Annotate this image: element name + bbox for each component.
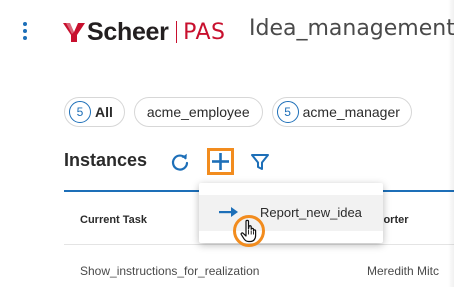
chip-count: 5 [69,101,91,123]
logo: Scheer PAS [62,16,225,48]
top-bar: Scheer PAS Idea_management [0,0,454,68]
menu-item-label: Report_new_idea [260,205,362,220]
table-cell-supporter[interactable]: Meredith Mitc [367,264,439,278]
refresh-icon[interactable] [170,152,190,172]
chip-label: All [95,104,113,120]
filter-chip-all[interactable]: 5 All [64,97,125,127]
table-cell-task[interactable]: Show_instructions_for_realization [80,264,259,278]
filter-chips: 5 All acme_employee 5 acme_manager [64,97,412,127]
filter-chip-acme-employee[interactable]: acme_employee [133,97,263,127]
chip-label: acme_employee [146,104,250,120]
column-header-current-task[interactable]: Current Task [80,214,147,226]
add-dropdown-menu: Report_new_idea [199,183,383,243]
logo-text: Scheer [87,17,169,46]
instances-title: Instances [64,150,148,170]
add-icon [212,153,229,170]
hand-pointer-icon [233,215,265,247]
menu-item-report-new-idea[interactable]: Report_new_idea [199,195,383,231]
logo-separator [175,21,178,43]
app-title: Idea_management [249,16,454,41]
logo-product: PAS [183,19,226,45]
filter-icon[interactable] [250,152,270,172]
scheer-logo-icon [63,23,85,42]
chip-label: acme_manager [302,104,400,120]
add-button[interactable] [207,148,234,175]
kebab-menu-icon[interactable] [20,22,30,44]
chip-count: 5 [276,101,299,123]
window-edge [448,0,454,287]
filter-chip-acme-manager[interactable]: 5 acme_manager [271,97,412,127]
